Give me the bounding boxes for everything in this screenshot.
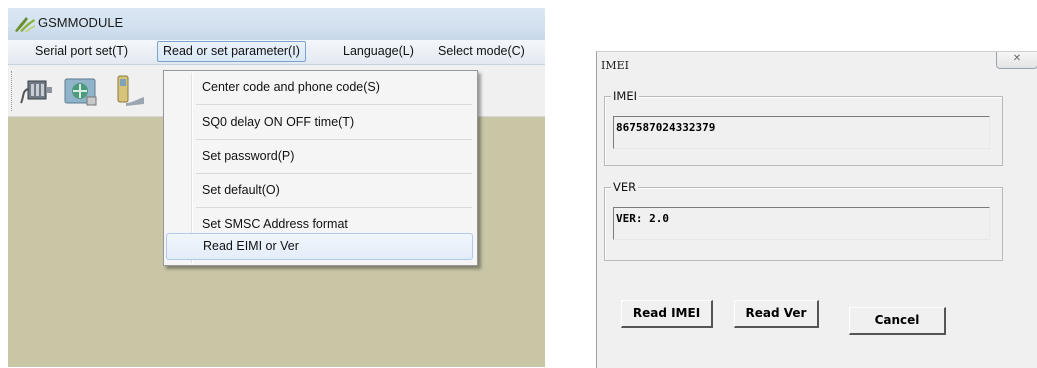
phone-icon[interactable] bbox=[110, 73, 148, 109]
toolbar-grip[interactable] bbox=[11, 71, 15, 111]
ver-field[interactable]: VER: 2.0 bbox=[613, 207, 990, 240]
cancel-button[interactable]: Cancel bbox=[849, 307, 946, 335]
menu-serial-port-set[interactable]: Serial port set(T) bbox=[30, 42, 133, 61]
imei-dialog: IMEI ✕ IMEI 867587024332379 VER VER: 2.0… bbox=[596, 51, 1037, 368]
menu-separator bbox=[196, 173, 472, 174]
serial-port-icon[interactable] bbox=[18, 73, 56, 109]
dialog-title: IMEI bbox=[601, 59, 629, 72]
read-ver-button[interactable]: Read Ver bbox=[734, 300, 819, 328]
read-imei-button[interactable]: Read IMEI bbox=[621, 300, 713, 328]
menu-item-sq0-delay[interactable]: SQ0 delay ON OFF time(T) bbox=[166, 108, 473, 136]
imei-group: IMEI 867587024332379 bbox=[604, 89, 1003, 166]
imei-group-label: IMEI bbox=[611, 89, 639, 103]
close-icon[interactable]: ✕ bbox=[996, 52, 1037, 69]
menu-item-set-default[interactable]: Set default(O) bbox=[166, 176, 473, 204]
menu-read-or-set-parameter[interactable]: Read or set parameter(I) bbox=[157, 41, 306, 62]
menu-select-mode[interactable]: Select mode(C) bbox=[433, 42, 530, 61]
menu-item-read-eimi-or-ver[interactable]: Read EIMI or Ver bbox=[166, 233, 473, 260]
app-title: GSMMODULE bbox=[38, 15, 124, 30]
menu-item-center-code[interactable]: Center code and phone code(S) bbox=[166, 73, 473, 101]
menu-bar: Serial port set(T) Read or set parameter… bbox=[8, 40, 545, 65]
main-window: GSMMODULE Serial port set(T) Read or set… bbox=[8, 8, 545, 367]
app-logo-icon bbox=[15, 17, 35, 32]
menu-separator bbox=[196, 139, 472, 140]
parameter-dropdown-menu: Center code and phone code(S) SQ0 delay … bbox=[163, 70, 478, 266]
network-settings-icon[interactable] bbox=[61, 73, 99, 109]
menu-separator bbox=[196, 104, 472, 105]
imei-field[interactable]: 867587024332379 bbox=[613, 116, 990, 149]
title-bar[interactable]: GSMMODULE bbox=[8, 8, 545, 40]
ver-group-label: VER bbox=[611, 180, 639, 194]
menu-separator bbox=[196, 207, 472, 208]
menu-item-set-password[interactable]: Set password(P) bbox=[166, 142, 473, 170]
menu-language[interactable]: Language(L) bbox=[338, 42, 419, 61]
ver-group: VER VER: 2.0 bbox=[604, 180, 1003, 261]
